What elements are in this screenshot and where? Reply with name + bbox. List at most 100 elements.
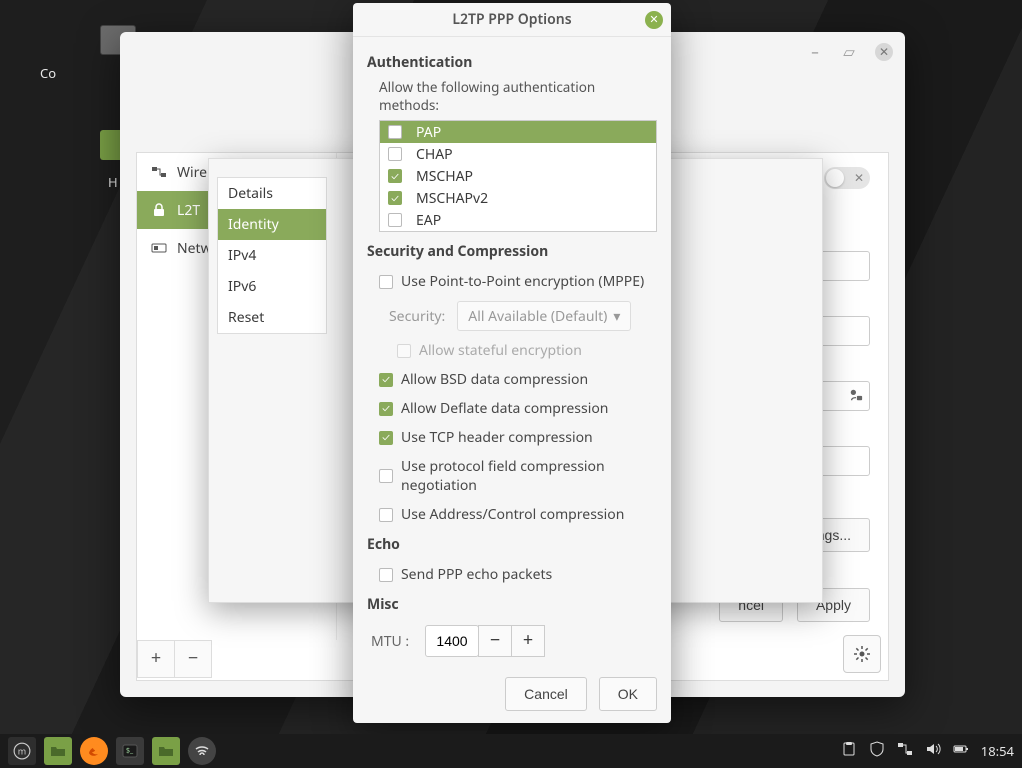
dialog-titlebar: L2TP PPP Options ✕: [353, 3, 671, 37]
gear-icon: [854, 646, 870, 662]
opt-mppe[interactable]: Use Point-to-Point encryption (MPPE): [367, 267, 657, 296]
toggle-off-icon: ✕: [854, 169, 864, 186]
checkbox[interactable]: [379, 568, 393, 582]
dialog-footer: Cancel OK: [353, 665, 671, 723]
wired-icon: [151, 164, 167, 180]
dialog-body: Authentication Allow the following authe…: [353, 37, 671, 665]
opt-address-control[interactable]: Use Address/Control compression: [367, 500, 657, 529]
mtu-input[interactable]: [425, 625, 479, 657]
remove-connection-button[interactable]: −: [174, 640, 212, 678]
tab-ipv6[interactable]: IPv6: [218, 271, 326, 302]
tab-ipv4[interactable]: IPv4: [218, 240, 326, 271]
minimize-icon[interactable]: –: [807, 44, 823, 60]
checkbox[interactable]: [388, 213, 402, 227]
conn-editor-tabs: Details Identity IPv4 IPv6 Reset: [217, 177, 327, 334]
checkbox[interactable]: [379, 469, 393, 483]
clipboard-tray-icon[interactable]: [841, 741, 857, 762]
sidebar-item-label: Netw: [177, 239, 212, 258]
security-level-row: Security: All Available (Default) ▾: [367, 296, 657, 336]
dialog-ok-button[interactable]: OK: [599, 677, 657, 711]
svg-text:m: m: [18, 744, 26, 757]
svg-text:$_: $_: [126, 747, 134, 756]
mtu-decrement[interactable]: −: [478, 625, 512, 657]
dialog-cancel-button[interactable]: Cancel: [505, 677, 587, 711]
taskbar: m $_ 18:54: [0, 734, 1022, 768]
checkbox: [397, 344, 411, 358]
files-icon[interactable]: [44, 737, 72, 765]
auth-method-eap[interactable]: EAP: [380, 209, 656, 231]
lock-icon: [151, 202, 167, 218]
auth-method-pap[interactable]: PAP: [380, 121, 656, 143]
checkbox[interactable]: [388, 125, 402, 139]
password-store-icon[interactable]: [849, 388, 863, 406]
sidebar-item-label: Wire: [177, 163, 207, 182]
maximize-icon[interactable]: ▱: [841, 44, 857, 60]
checkbox[interactable]: [379, 402, 393, 416]
auth-method-label: MSCHAP: [416, 167, 473, 186]
vpn-enable-toggle[interactable]: ✕: [824, 167, 870, 189]
auth-method-mschapv2[interactable]: MSCHAPv2: [380, 187, 656, 209]
dialog-close-icon[interactable]: ✕: [645, 11, 663, 29]
mtu-increment[interactable]: +: [511, 625, 545, 657]
auth-method-chap[interactable]: CHAP: [380, 143, 656, 165]
checkbox[interactable]: [388, 169, 402, 183]
opt-stateful: Allow stateful encryption: [367, 336, 657, 365]
tab-reset[interactable]: Reset: [218, 302, 326, 333]
battery-tray-icon[interactable]: [953, 741, 969, 762]
opt-label: Use Point-to-Point encryption (MPPE): [401, 272, 644, 291]
proxy-icon: [151, 240, 167, 256]
opt-deflate[interactable]: Allow Deflate data compression: [367, 394, 657, 423]
opt-label: Send PPP echo packets: [401, 565, 552, 584]
tab-details[interactable]: Details: [218, 178, 326, 209]
taskbar-tray: 18:54: [841, 741, 1014, 762]
settings-gear-button[interactable]: [843, 635, 881, 673]
security-dropdown[interactable]: All Available (Default) ▾: [457, 301, 631, 331]
network-sidebar-toolbar: + −: [137, 640, 212, 680]
mtu-label: MTU :: [371, 632, 413, 651]
l2tp-ppp-dialog: L2TP PPP Options ✕ Authentication Allow …: [353, 3, 671, 723]
firefox-icon[interactable]: [80, 737, 108, 765]
checkbox[interactable]: [379, 508, 393, 522]
network-settings-task-icon[interactable]: [188, 737, 216, 765]
echo-heading: Echo: [367, 535, 657, 554]
taskbar-launchers: m $_: [8, 737, 216, 765]
desktop-home-label: H: [108, 173, 118, 191]
shield-tray-icon[interactable]: [869, 741, 885, 762]
misc-heading: Misc: [367, 595, 657, 614]
auth-subtext: Allow the following authentication metho…: [379, 78, 657, 114]
auth-method-label: CHAP: [416, 145, 453, 164]
network-tray-icon[interactable]: [897, 741, 913, 762]
close-icon[interactable]: ✕: [875, 43, 893, 61]
opt-protocol-field[interactable]: Use protocol field compression negotiati…: [367, 452, 657, 500]
opt-echo[interactable]: Send PPP echo packets: [367, 560, 657, 589]
auth-method-label: PAP: [416, 123, 441, 142]
chevron-down-icon: ▾: [613, 307, 620, 326]
checkbox[interactable]: [379, 275, 393, 289]
checkbox[interactable]: [388, 147, 402, 161]
checkbox[interactable]: [379, 431, 393, 445]
checkbox[interactable]: [388, 191, 402, 205]
security-label: Security:: [389, 307, 445, 326]
opt-label: Allow stateful encryption: [419, 341, 582, 360]
toggle-knob: [826, 169, 844, 187]
taskbar-clock[interactable]: 18:54: [981, 742, 1014, 760]
mtu-row: MTU : − +: [367, 620, 657, 662]
tab-identity[interactable]: Identity: [218, 209, 326, 240]
opt-label: Allow Deflate data compression: [401, 399, 608, 418]
menu-icon[interactable]: m: [8, 737, 36, 765]
auth-method-label: MSCHAPv2: [416, 189, 488, 208]
sidebar-item-label: L2T: [177, 201, 200, 220]
sec-heading: Security and Compression: [367, 242, 657, 261]
auth-heading: Authentication: [367, 53, 657, 72]
checkbox[interactable]: [379, 373, 393, 387]
opt-tcp-header[interactable]: Use TCP header compression: [367, 423, 657, 452]
volume-tray-icon[interactable]: [925, 741, 941, 762]
dialog-title: L2TP PPP Options: [353, 10, 671, 29]
files-icon-2[interactable]: [152, 737, 180, 765]
dropdown-value: All Available (Default): [468, 307, 607, 326]
opt-label: Use TCP header compression: [401, 428, 593, 447]
auth-method-mschap[interactable]: MSCHAP: [380, 165, 656, 187]
terminal-icon[interactable]: $_: [116, 737, 144, 765]
add-connection-button[interactable]: +: [137, 640, 175, 678]
opt-bsd[interactable]: Allow BSD data compression: [367, 365, 657, 394]
